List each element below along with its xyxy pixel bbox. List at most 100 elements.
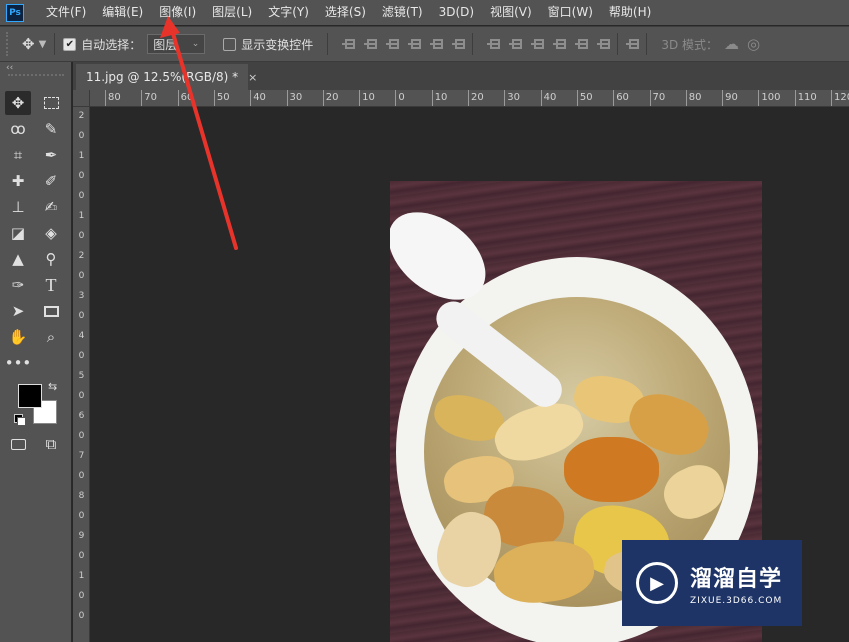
- align-bottom-icon[interactable]: [386, 37, 400, 51]
- ruler-tick-label: 90: [725, 92, 738, 103]
- menu-filter[interactable]: 滤镜(T): [374, 0, 431, 25]
- menu-window[interactable]: 窗口(W): [540, 0, 601, 25]
- eyedropper-icon: ✒: [44, 146, 58, 164]
- quick-select-tool[interactable]: ✎: [38, 117, 64, 141]
- ruler-tick-label: 1: [78, 571, 85, 581]
- menu-image[interactable]: 图像(I): [151, 0, 204, 25]
- align-vcenter-icon[interactable]: [364, 37, 378, 51]
- sharpen-tool[interactable]: ▲: [5, 247, 31, 271]
- path-select-icon: ➤: [11, 302, 25, 320]
- close-icon[interactable]: ×: [248, 71, 257, 84]
- collapse-panel-icon[interactable]: ‹‹: [6, 63, 13, 73]
- photoshop-logo-icon: Ps: [6, 3, 24, 22]
- ruler-tick-mark: [177, 90, 179, 106]
- healing-tool[interactable]: ✚: [5, 169, 31, 193]
- more-tools[interactable]: •••: [4, 351, 32, 375]
- screen-mode-button[interactable]: ⧉: [38, 432, 64, 456]
- hand-tool[interactable]: ✋: [5, 325, 31, 349]
- align-top-icon[interactable]: [342, 37, 356, 51]
- 3d-orbit-icon[interactable]: ☁: [724, 35, 739, 53]
- zoom-tool[interactable]: ⌕: [38, 325, 64, 349]
- move-tool-preset-icon[interactable]: ✥: [22, 35, 35, 53]
- ruler-tick-label: 30: [507, 92, 521, 103]
- align-left-icon[interactable]: [408, 37, 422, 51]
- auto-select-dropdown[interactable]: 图层 ⌄: [147, 34, 206, 54]
- ruler-tick-label: 40: [253, 92, 266, 103]
- align-right-icon[interactable]: [452, 37, 466, 51]
- document-tab[interactable]: 11.jpg @ 12.5%(RGB/8) * ×: [76, 64, 257, 90]
- distribute-right-icon[interactable]: [597, 37, 611, 51]
- watermark-text: 溜溜自学 ZIXUE.3D66.COM: [690, 561, 782, 606]
- menu-type[interactable]: 文字(Y): [260, 0, 317, 25]
- distribute-top-icon[interactable]: [487, 37, 501, 51]
- distribute-hcenter-icon[interactable]: [575, 37, 589, 51]
- lasso-tool[interactable]: ꝏ: [5, 117, 31, 141]
- options-bar-grip[interactable]: [6, 32, 12, 56]
- history-brush-tool[interactable]: ✍: [38, 195, 64, 219]
- ruler-tick-label: 6: [78, 411, 85, 421]
- divider: [472, 33, 474, 55]
- ruler-tick-label: 110: [797, 92, 817, 103]
- brush-icon: ✐: [44, 172, 58, 190]
- ruler-tick-mark: [613, 90, 615, 106]
- auto-select-value: 图层: [153, 37, 178, 52]
- type-tool[interactable]: T: [38, 273, 64, 297]
- rectangle-tool[interactable]: [38, 299, 64, 323]
- more-icon: •••: [4, 354, 32, 372]
- menu-3d[interactable]: 3D(D): [431, 0, 482, 25]
- distribute-vcenter-icon[interactable]: [509, 37, 523, 51]
- tools-panel-grip[interactable]: [8, 74, 64, 78]
- ruler-tick-label: 8: [78, 491, 85, 501]
- quick-mask-button[interactable]: [5, 432, 31, 456]
- document-canvas[interactable]: ▶ 溜溜自学 ZIXUE.3D66.COM: [91, 108, 849, 642]
- stamp-icon: ⊥: [11, 198, 25, 216]
- brush-tool[interactable]: ✐: [38, 169, 64, 193]
- path-select-tool[interactable]: ➤: [5, 299, 31, 323]
- distribute-bottom-icon[interactable]: [531, 37, 545, 51]
- horizontal-ruler[interactable]: 80 70 60 50 40 30 20 10 0 10 20 30 40 50 60 70 80 90 100 11…: [90, 90, 849, 107]
- vertical-ruler[interactable]: 2 0 1 0 0 1 0 2 0 3 0 4 0 5 0 6 0 7 0 8 0 9 0 1 0 0: [73, 107, 90, 642]
- ruler-tick-mark: [431, 90, 433, 106]
- paint-bucket-tool[interactable]: ◈: [38, 221, 64, 245]
- divider: [327, 33, 329, 55]
- menu-file[interactable]: 文件(F): [38, 0, 94, 25]
- align-hcenter-icon[interactable]: [430, 37, 444, 51]
- eyedropper-tool[interactable]: ✒: [38, 143, 64, 167]
- stamp-tool[interactable]: ⊥: [5, 195, 31, 219]
- marquee-tool[interactable]: [38, 91, 64, 115]
- 3d-roll-icon[interactable]: ◎: [747, 35, 760, 53]
- chevron-down-icon[interactable]: ▼: [39, 39, 47, 50]
- ruler-origin[interactable]: [73, 90, 90, 107]
- ruler-tick-label: 0: [78, 471, 85, 481]
- eraser-tool[interactable]: ◪: [5, 221, 31, 245]
- pen-tool[interactable]: ✑: [5, 273, 31, 297]
- menu-edit[interactable]: 编辑(E): [94, 0, 151, 25]
- default-colors-icon[interactable]: [14, 414, 26, 426]
- ruler-tick-mark: [504, 90, 506, 106]
- foreground-color-swatch[interactable]: [18, 384, 42, 408]
- auto-select-checkbox[interactable]: ✔: [63, 37, 77, 51]
- menu-layer[interactable]: 图层(L): [204, 0, 260, 25]
- watermark-url: ZIXUE.3D66.COM: [690, 595, 783, 606]
- ruler-tick-label: 10: [362, 92, 375, 103]
- ruler-tick-mark: [576, 90, 578, 106]
- hand-icon: ✋: [8, 328, 28, 346]
- dodge-tool[interactable]: ⚲: [38, 247, 64, 271]
- menu-bar: Ps 文件(F) 编辑(E) 图像(I) 图层(L) 文字(Y) 选择(S) 滤…: [0, 0, 849, 25]
- crop-tool[interactable]: ⌗: [5, 143, 31, 167]
- ruler-tick-mark: [213, 90, 215, 106]
- swap-colors-icon[interactable]: ⇆: [48, 380, 57, 393]
- move-tool[interactable]: ✥: [5, 91, 31, 115]
- menu-view[interactable]: 视图(V): [482, 0, 540, 25]
- show-transform-checkbox[interactable]: [223, 37, 237, 51]
- menu-select[interactable]: 选择(S): [317, 0, 374, 25]
- menu-help[interactable]: 帮助(H): [601, 0, 659, 25]
- ruler-tick-label: 20: [471, 92, 484, 103]
- ruler-tick-label: 0: [78, 171, 85, 181]
- ruler-tick-label: 60: [616, 92, 629, 103]
- distribute-left-icon[interactable]: [553, 37, 567, 51]
- ruler-tick-label: 7: [78, 451, 85, 461]
- play-icon: ▶: [636, 562, 678, 604]
- auto-align-icon[interactable]: [626, 37, 640, 51]
- eraser-icon: ◪: [10, 224, 26, 242]
